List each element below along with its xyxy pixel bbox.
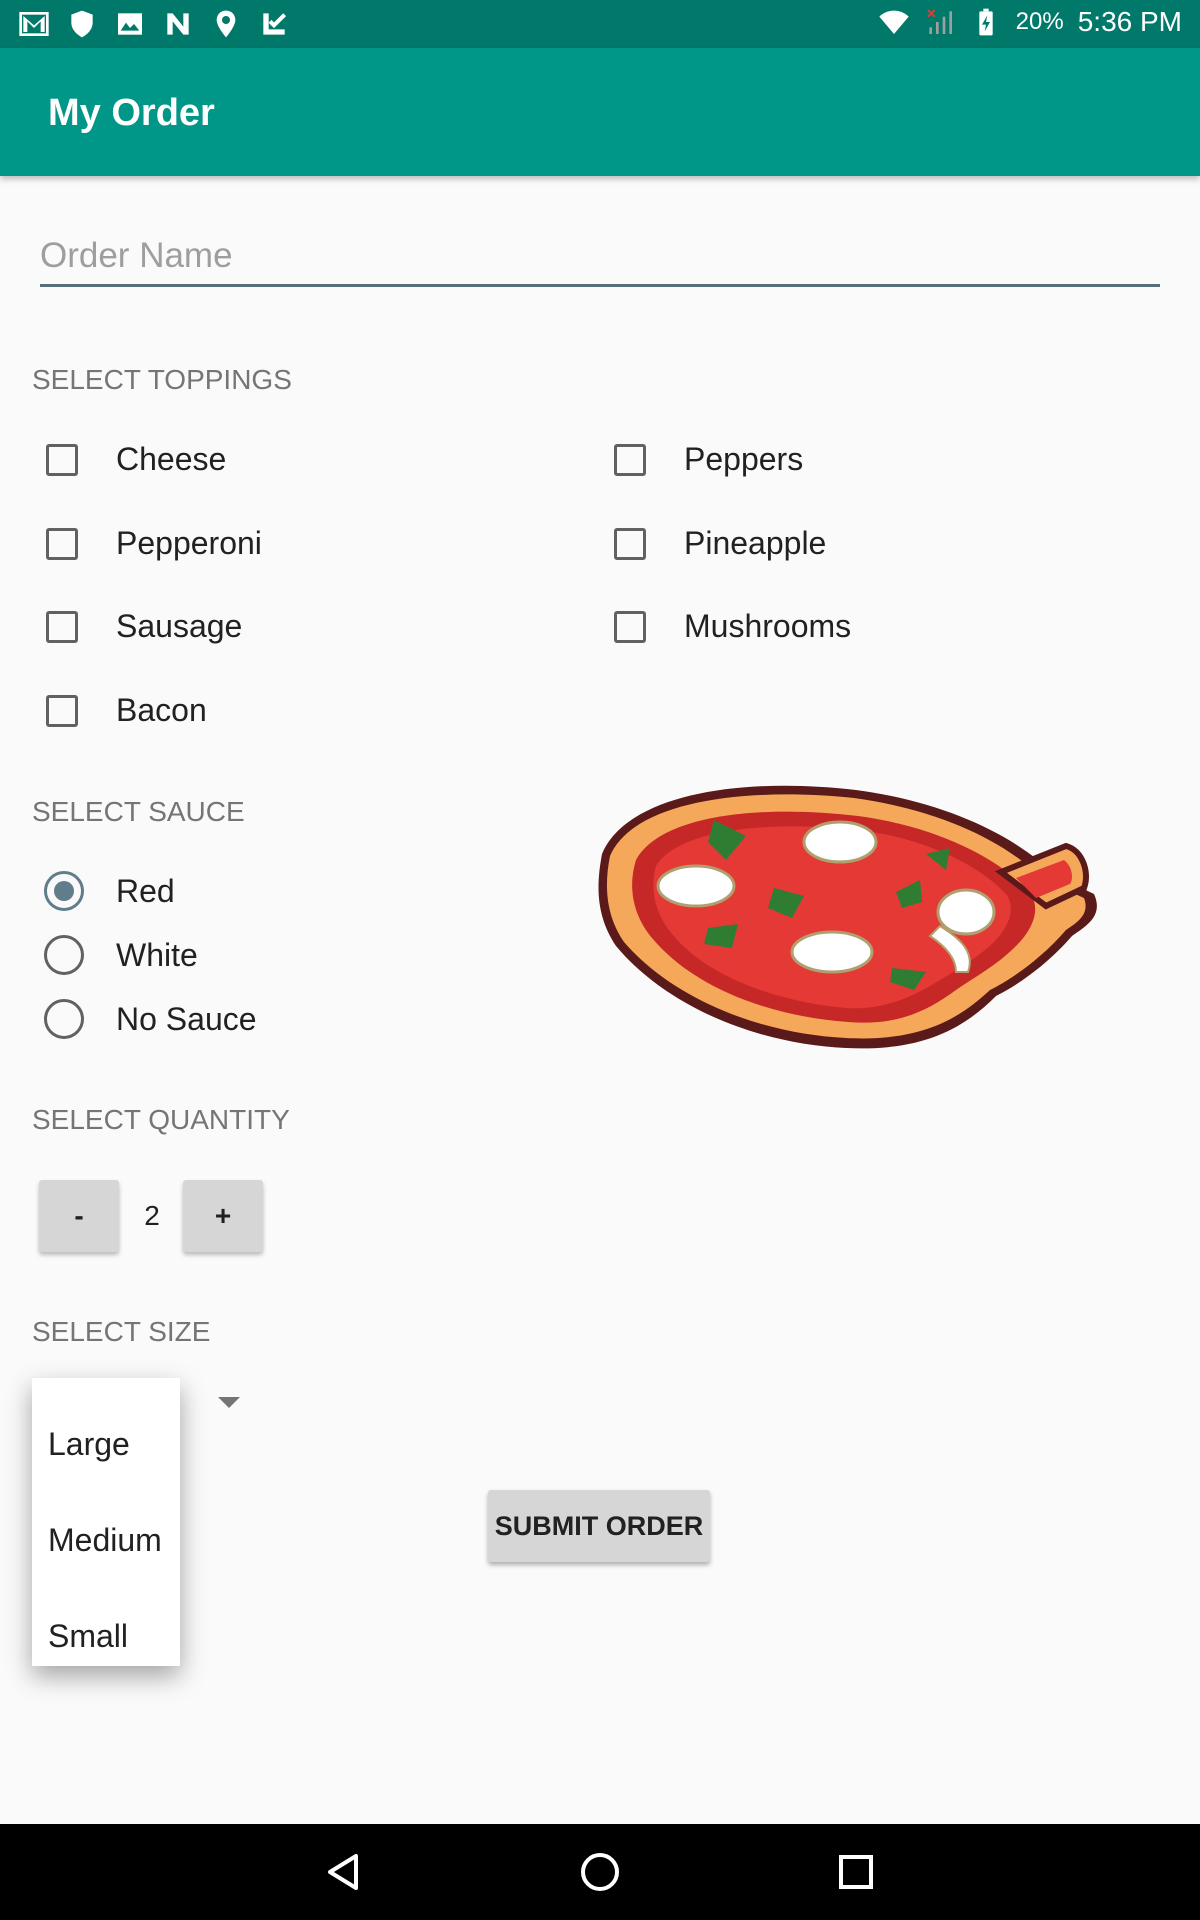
topping-label: Mushrooms bbox=[684, 608, 852, 644]
home-icon[interactable] bbox=[576, 1848, 624, 1896]
checkbox[interactable] bbox=[614, 611, 646, 643]
back-icon[interactable] bbox=[320, 1848, 368, 1896]
checkbox[interactable] bbox=[46, 444, 78, 476]
radio-button[interactable] bbox=[44, 935, 84, 975]
gmail-icon bbox=[19, 12, 49, 36]
shield-icon bbox=[71, 10, 93, 38]
radio-button[interactable] bbox=[44, 871, 84, 911]
check-icon bbox=[263, 13, 287, 35]
battery-charging-icon bbox=[979, 8, 993, 36]
app-bar: My Order bbox=[0, 48, 1200, 176]
size-option-medium[interactable]: Medium bbox=[48, 1522, 162, 1559]
size-section-label: SELECT SIZE bbox=[32, 1316, 211, 1347]
sauce-label: Red bbox=[116, 873, 175, 909]
size-option-small[interactable]: Small bbox=[48, 1618, 128, 1655]
increment-button[interactable]: + bbox=[183, 1180, 263, 1252]
topping-label: Bacon bbox=[116, 692, 207, 728]
recents-icon[interactable] bbox=[832, 1848, 880, 1896]
quantity-section-label: SELECT QUANTITY bbox=[32, 1104, 290, 1135]
topping-mushrooms[interactable]: Mushrooms bbox=[614, 603, 851, 651]
topping-label: Cheese bbox=[116, 441, 227, 477]
size-option-large[interactable]: Large bbox=[48, 1426, 130, 1463]
topping-bacon[interactable]: Bacon bbox=[46, 687, 207, 735]
location-icon bbox=[216, 10, 236, 38]
dropdown-arrow-icon[interactable] bbox=[218, 1397, 240, 1408]
n-icon bbox=[167, 13, 189, 35]
order-name-input[interactable] bbox=[40, 228, 1160, 287]
status-bar: 20% 5:36 PM bbox=[0, 0, 1200, 48]
checkbox[interactable] bbox=[46, 695, 78, 727]
wifi-icon bbox=[879, 10, 909, 34]
topping-label: Peppers bbox=[684, 441, 804, 477]
page-title: My Order bbox=[48, 92, 215, 134]
quantity-value: 2 bbox=[144, 1200, 160, 1231]
topping-label: Sausage bbox=[116, 608, 243, 644]
topping-label: Pepperoni bbox=[116, 525, 262, 561]
checkbox[interactable] bbox=[614, 528, 646, 560]
checkbox[interactable] bbox=[46, 528, 78, 560]
toppings-section-label: SELECT TOPPINGS bbox=[32, 364, 292, 395]
signal-icon bbox=[926, 9, 952, 34]
submit-order-button[interactable]: SUBMIT ORDER bbox=[488, 1490, 710, 1562]
radio-button[interactable] bbox=[44, 999, 84, 1039]
sauce-section-label: SELECT SAUCE bbox=[32, 796, 245, 827]
navigation-bar bbox=[0, 1824, 1200, 1920]
pizza-image bbox=[598, 785, 1097, 1049]
sauce-label: No Sauce bbox=[116, 1001, 257, 1037]
decrement-button[interactable]: - bbox=[39, 1180, 119, 1252]
topping-cheese[interactable]: Cheese bbox=[46, 436, 226, 484]
status-icons-right: 20% 5:36 PM bbox=[878, 6, 1182, 38]
size-dropdown-menu: Large Medium Small bbox=[32, 1378, 180, 1666]
status-time: 5:36 PM bbox=[1077, 6, 1182, 37]
battery-percent: 20% bbox=[1015, 8, 1064, 35]
topping-sausage[interactable]: Sausage bbox=[46, 603, 242, 651]
status-icons-left bbox=[18, 8, 290, 40]
topping-label: Pineapple bbox=[684, 525, 827, 561]
checkbox[interactable] bbox=[46, 611, 78, 643]
sauce-label: White bbox=[116, 937, 198, 973]
image-icon bbox=[118, 13, 142, 35]
topping-pineapple[interactable]: Pineapple bbox=[614, 520, 826, 568]
topping-peppers[interactable]: Peppers bbox=[614, 436, 803, 484]
topping-pepperoni[interactable]: Pepperoni bbox=[46, 520, 262, 568]
checkbox[interactable] bbox=[614, 444, 646, 476]
